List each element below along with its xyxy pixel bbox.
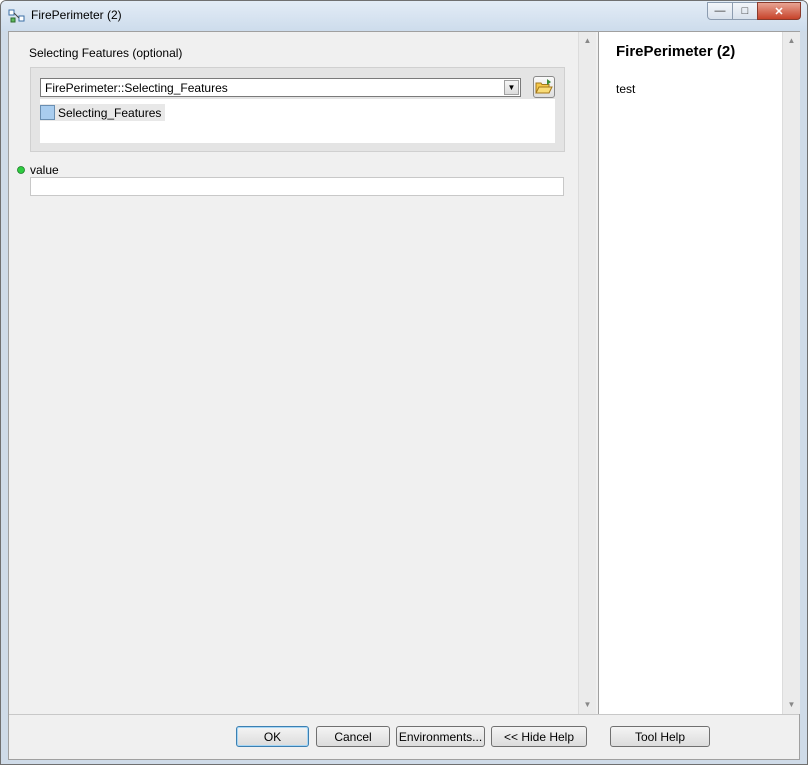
list-item[interactable]: Selecting_Features	[40, 104, 166, 121]
parameters-pane: Selecting Features (optional) FirePerime…	[9, 32, 577, 714]
scroll-down-icon[interactable]: ▼	[579, 698, 596, 712]
help-body: test	[616, 82, 636, 96]
button-bar-divider	[9, 714, 799, 715]
maximize-icon: □	[741, 5, 749, 17]
open-folder-icon	[535, 79, 553, 94]
combobox-value: FirePerimeter::Selecting_Features	[45, 81, 228, 95]
cancel-button[interactable]: Cancel	[316, 726, 390, 747]
tool-dialog-window: FirePerimeter (2) — □ ✕ Selecting Featur…	[0, 0, 808, 765]
help-scrollbar[interactable]: ▲ ▼	[782, 32, 800, 714]
browse-folder-button[interactable]	[533, 76, 555, 98]
maximize-button[interactable]: □	[732, 2, 758, 20]
model-tool-icon	[8, 9, 25, 23]
selecting-features-combobox[interactable]: FirePerimeter::Selecting_Features ▼	[40, 78, 521, 97]
dialog-client-area: Selecting Features (optional) FirePerime…	[8, 31, 800, 760]
tool-help-button[interactable]: Tool Help	[610, 726, 710, 747]
chevron-down-icon[interactable]: ▼	[504, 80, 519, 95]
window-title: FirePerimeter (2)	[31, 8, 122, 22]
scroll-up-icon[interactable]: ▲	[783, 34, 800, 48]
parameters-scrollbar[interactable]: ▲ ▼	[578, 32, 596, 714]
help-title: FirePerimeter (2)	[616, 43, 736, 60]
environments-button[interactable]: Environments...	[396, 726, 485, 747]
scroll-down-icon[interactable]: ▼	[783, 698, 800, 712]
feature-swatch-icon	[40, 105, 55, 120]
required-indicator-icon	[17, 166, 25, 174]
selecting-features-group: FirePerimeter::Selecting_Features ▼ Sele…	[30, 67, 565, 152]
window-controls: — □ ✕	[707, 2, 801, 20]
ok-button[interactable]: OK	[236, 726, 309, 747]
title-bar[interactable]: FirePerimeter (2) — □ ✕	[1, 1, 807, 31]
hide-help-button[interactable]: << Hide Help	[491, 726, 587, 747]
minimize-icon: —	[714, 5, 726, 17]
close-icon: ✕	[774, 5, 784, 18]
minimize-button[interactable]: —	[707, 2, 733, 20]
value-label: value	[30, 163, 59, 177]
selecting-features-label: Selecting Features (optional)	[29, 46, 183, 60]
list-item-label: Selecting_Features	[58, 105, 162, 120]
value-input[interactable]	[30, 177, 564, 196]
selected-features-list[interactable]: Selecting_Features	[40, 99, 555, 143]
help-pane: FirePerimeter (2) test	[598, 32, 783, 714]
close-button[interactable]: ✕	[757, 2, 801, 20]
scroll-up-icon[interactable]: ▲	[579, 34, 596, 48]
